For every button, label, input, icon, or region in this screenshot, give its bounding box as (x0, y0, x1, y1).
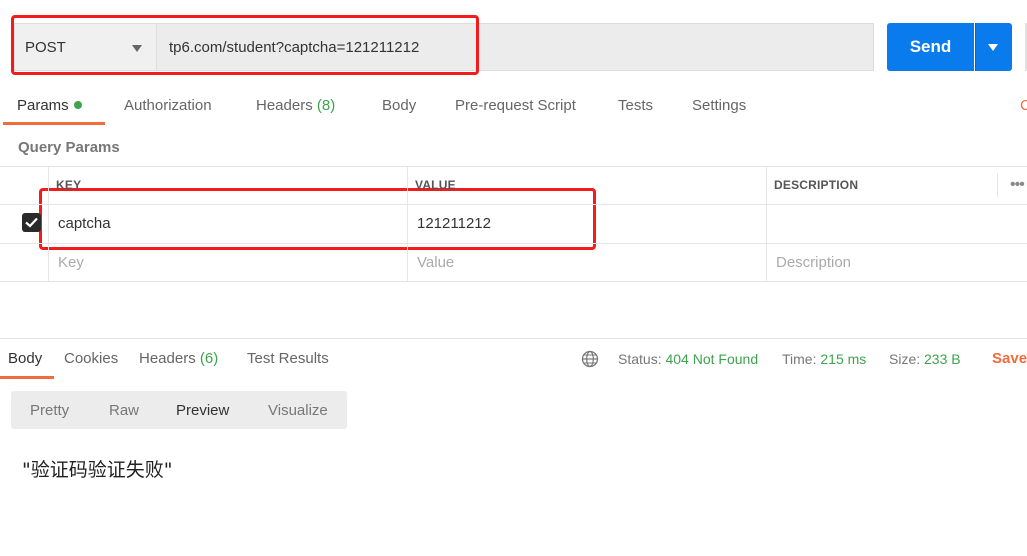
method-select[interactable]: POST (14, 23, 156, 71)
globe-icon[interactable] (581, 350, 599, 368)
table-border (0, 281, 1027, 282)
table-column-divider (48, 166, 49, 282)
query-params-title: Query Params (18, 139, 120, 156)
response-time: Time: 215 ms (782, 351, 866, 367)
tab-body[interactable]: Body (382, 97, 416, 114)
tab-params-label: Params (17, 97, 69, 114)
tab-authorization[interactable]: Authorization (124, 97, 212, 114)
column-header-value: VALUE (415, 178, 456, 192)
response-body-text: "验证码验证失败" (22, 459, 173, 481)
response-divider (0, 338, 1027, 339)
time-value: 215 ms (820, 351, 867, 367)
status-label: Status: (618, 351, 662, 367)
table-border (0, 243, 1027, 244)
size-value: 233 B (924, 351, 961, 367)
param-highlight-box (39, 188, 596, 250)
tab-params[interactable]: Params (17, 97, 82, 114)
view-mode-raw[interactable]: Raw (109, 402, 139, 419)
status-value: 404 Not Found (665, 351, 759, 367)
table-border (0, 166, 1027, 167)
send-button[interactable]: Send (887, 23, 974, 71)
time-label: Time: (782, 351, 817, 367)
response-tab-test-results[interactable]: Test Results (247, 350, 329, 367)
response-status: Status: 404 Not Found (618, 351, 758, 367)
check-icon (25, 217, 38, 228)
param-key-cell[interactable]: captcha (58, 215, 111, 232)
active-tab-indicator (3, 122, 105, 125)
tab-headers[interactable]: Headers (8) (256, 97, 335, 114)
save-response-button[interactable]: Save (992, 350, 1027, 367)
response-tab-headers-count: (6) (199, 350, 219, 367)
response-active-tab-indicator (0, 376, 54, 379)
column-header-key: KEY (56, 178, 82, 192)
column-header-description: DESCRIPTION (774, 178, 859, 192)
view-mode-preview[interactable]: Preview (176, 402, 229, 419)
table-border (0, 204, 1027, 205)
param-enabled-checkbox[interactable] (22, 213, 41, 232)
tab-pre-request-script[interactable]: Pre-request Script (455, 97, 576, 114)
tab-headers-count: (8) (316, 97, 336, 114)
view-mode-visualize[interactable]: Visualize (268, 402, 328, 419)
response-tab-headers[interactable]: Headers (6) (139, 350, 218, 367)
chevron-down-icon (988, 44, 998, 51)
response-tab-cookies[interactable]: Cookies (64, 350, 118, 367)
table-column-divider (997, 173, 998, 197)
more-horizontal-icon[interactable]: ••• (1010, 176, 1025, 194)
url-text: tp6.com/student?captcha=121211212 (169, 39, 420, 56)
new-key-input[interactable]: Key (58, 254, 84, 271)
cookies-link-truncated[interactable]: C (1020, 97, 1027, 114)
size-label: Size: (889, 351, 921, 367)
response-tab-headers-label: Headers (139, 350, 196, 367)
tab-settings[interactable]: Settings (692, 97, 746, 114)
response-tab-body[interactable]: Body (8, 350, 42, 367)
tab-tests[interactable]: Tests (618, 97, 653, 114)
view-mode-pretty[interactable]: Pretty (30, 402, 69, 419)
param-value-cell[interactable]: 121211212 (417, 215, 491, 232)
tab-headers-label: Headers (256, 97, 313, 114)
status-dot-icon (73, 101, 82, 110)
chevron-down-icon (132, 45, 142, 52)
new-description-input[interactable]: Description (776, 254, 851, 271)
method-label: POST (25, 39, 66, 56)
view-mode-group: Pretty Raw Preview Visualize (11, 391, 347, 429)
table-column-divider (766, 166, 767, 282)
new-value-input[interactable]: Value (417, 254, 454, 271)
send-options-button[interactable] (975, 23, 1012, 71)
response-size: Size: 233 B (889, 351, 961, 367)
table-column-divider (407, 166, 408, 282)
url-input[interactable]: tp6.com/student?captcha=121211212 (156, 23, 874, 71)
